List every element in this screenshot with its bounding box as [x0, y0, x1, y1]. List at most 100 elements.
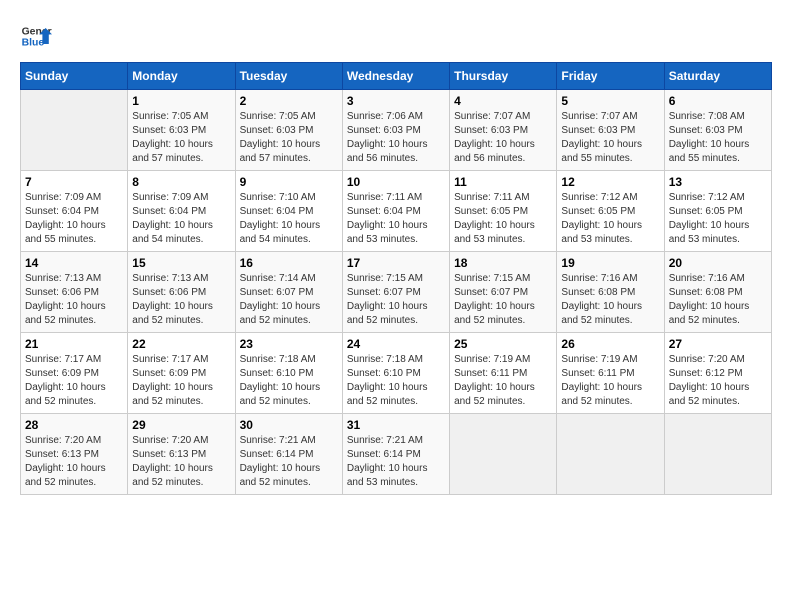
day-info: Sunrise: 7:10 AMSunset: 6:04 PMDaylight:…: [240, 191, 338, 247]
week-row-3: 14 Sunrise: 7:13 AMSunset: 6:06 PMDayligh…: [21, 252, 772, 333]
day-number: 15: [132, 256, 230, 270]
calendar-table: SundayMondayTuesdayWednesdayThursdayFrid…: [20, 62, 772, 495]
day-info: Sunrise: 7:17 AMSunset: 6:09 PMDaylight:…: [25, 353, 123, 409]
day-info: Sunrise: 7:08 AMSunset: 6:03 PMDaylight:…: [669, 110, 767, 166]
day-info: Sunrise: 7:12 AMSunset: 6:05 PMDaylight:…: [669, 191, 767, 247]
week-row-1: 1 Sunrise: 7:05 AMSunset: 6:03 PMDaylight…: [21, 90, 772, 171]
day-number: 17: [347, 256, 445, 270]
logo: General Blue: [20, 20, 52, 52]
day-info: Sunrise: 7:05 AMSunset: 6:03 PMDaylight:…: [132, 110, 230, 166]
day-number: 14: [25, 256, 123, 270]
calendar-cell: 21 Sunrise: 7:17 AMSunset: 6:09 PMDayligh…: [21, 333, 128, 414]
day-number: 13: [669, 175, 767, 189]
calendar-cell: 9 Sunrise: 7:10 AMSunset: 6:04 PMDaylight…: [235, 171, 342, 252]
calendar-cell: 12Sunrise: 7:12 AMSunset: 6:05 PMDayligh…: [557, 171, 664, 252]
header-saturday: Saturday: [664, 63, 771, 90]
header-thursday: Thursday: [450, 63, 557, 90]
calendar-cell: 18Sunrise: 7:15 AMSunset: 6:07 PMDayligh…: [450, 252, 557, 333]
calendar-cell: 28Sunrise: 7:20 AMSunset: 6:13 PMDayligh…: [21, 414, 128, 495]
day-number: 29: [132, 418, 230, 432]
week-row-2: 7 Sunrise: 7:09 AMSunset: 6:04 PMDaylight…: [21, 171, 772, 252]
day-number: 8: [132, 175, 230, 189]
calendar-cell: 15 Sunrise: 7:13 AMSunset: 6:06 PMDayligh…: [128, 252, 235, 333]
week-row-5: 28 Sunrise: 7:20 AMSunset: 6:13 PMDayligh…: [21, 414, 772, 495]
day-info: Sunrise: 7:18 AMSunset: 6:10 PMDaylight:…: [240, 353, 338, 409]
day-number: 23: [240, 337, 338, 351]
day-info: Sunrise: 7:15 AMSunset: 6:07 PMDaylight:…: [454, 272, 552, 328]
header-friday: Friday: [557, 63, 664, 90]
calendar-cell: 5Sunrise: 7:07 AMSunset: 6:03 PMDaylight…: [557, 90, 664, 171]
day-info: Sunrise: 7:18 AMSunset: 6:10 PMDaylight:…: [347, 353, 445, 409]
calendar-cell: 29 Sunrise: 7:20 AMSunset: 6:13 PMDayligh…: [128, 414, 235, 495]
header-monday: Monday: [128, 63, 235, 90]
day-info: Sunrise: 7:21 AMSunset: 6:14 PMDaylight:…: [240, 434, 338, 490]
calendar-cell: [664, 414, 771, 495]
page-header: General Blue: [20, 20, 772, 52]
day-number: 16: [240, 256, 338, 270]
calendar-cell: 7 Sunrise: 7:09 AMSunset: 6:04 PMDaylight…: [21, 171, 128, 252]
calendar-cell: 25 Sunrise: 7:19 AMSunset: 6:11 PMDayligh…: [450, 333, 557, 414]
day-info: Sunrise: 7:13 AMSunset: 6:06 PMDaylight:…: [132, 272, 230, 328]
day-info: Sunrise: 7:11 AMSunset: 6:04 PMDaylight:…: [347, 191, 445, 247]
calendar-cell: 23 Sunrise: 7:18 AMSunset: 6:10 PMDayligh…: [235, 333, 342, 414]
calendar-cell: 10 Sunrise: 7:11 AMSunset: 6:04 PMDayligh…: [342, 171, 449, 252]
day-number: 11: [454, 175, 552, 189]
day-info: Sunrise: 7:19 AMSunset: 6:11 PMDaylight:…: [561, 353, 659, 409]
calendar-cell: 20Sunrise: 7:16 AMSunset: 6:08 PMDayligh…: [664, 252, 771, 333]
day-number: 25: [454, 337, 552, 351]
day-number: 6: [669, 94, 767, 108]
logo-icon: General Blue: [20, 20, 52, 52]
day-number: 20: [669, 256, 767, 270]
day-info: Sunrise: 7:05 AMSunset: 6:03 PMDaylight:…: [240, 110, 338, 166]
day-info: Sunrise: 7:16 AMSunset: 6:08 PMDaylight:…: [561, 272, 659, 328]
day-info: Sunrise: 7:06 AMSunset: 6:03 PMDaylight:…: [347, 110, 445, 166]
calendar-cell: [450, 414, 557, 495]
day-info: Sunrise: 7:12 AMSunset: 6:05 PMDaylight:…: [561, 191, 659, 247]
day-info: Sunrise: 7:21 AMSunset: 6:14 PMDaylight:…: [347, 434, 445, 490]
day-number: 4: [454, 94, 552, 108]
calendar-cell: 2 Sunrise: 7:05 AMSunset: 6:03 PMDaylight…: [235, 90, 342, 171]
day-number: 10: [347, 175, 445, 189]
day-number: 7: [25, 175, 123, 189]
calendar-cell: 1 Sunrise: 7:05 AMSunset: 6:03 PMDaylight…: [128, 90, 235, 171]
day-number: 31: [347, 418, 445, 432]
calendar-cell: 16 Sunrise: 7:14 AMSunset: 6:07 PMDayligh…: [235, 252, 342, 333]
day-number: 21: [25, 337, 123, 351]
day-info: Sunrise: 7:15 AMSunset: 6:07 PMDaylight:…: [347, 272, 445, 328]
header-row: SundayMondayTuesdayWednesdayThursdayFrid…: [21, 63, 772, 90]
header-wednesday: Wednesday: [342, 63, 449, 90]
day-info: Sunrise: 7:14 AMSunset: 6:07 PMDaylight:…: [240, 272, 338, 328]
calendar-cell: 27 Sunrise: 7:20 AMSunset: 6:12 PMDayligh…: [664, 333, 771, 414]
header-sunday: Sunday: [21, 63, 128, 90]
calendar-cell: 4 Sunrise: 7:07 AMSunset: 6:03 PMDaylight…: [450, 90, 557, 171]
day-info: Sunrise: 7:20 AMSunset: 6:12 PMDaylight:…: [669, 353, 767, 409]
calendar-cell: 19Sunrise: 7:16 AMSunset: 6:08 PMDayligh…: [557, 252, 664, 333]
day-number: 26: [561, 337, 659, 351]
day-info: Sunrise: 7:19 AMSunset: 6:11 PMDaylight:…: [454, 353, 552, 409]
day-number: 22: [132, 337, 230, 351]
day-number: 3: [347, 94, 445, 108]
calendar-cell: 31 Sunrise: 7:21 AMSunset: 6:14 PMDayligh…: [342, 414, 449, 495]
calendar-cell: [21, 90, 128, 171]
day-number: 9: [240, 175, 338, 189]
header-tuesday: Tuesday: [235, 63, 342, 90]
day-info: Sunrise: 7:07 AMSunset: 6:03 PMDaylight:…: [561, 110, 659, 166]
calendar-cell: 6 Sunrise: 7:08 AMSunset: 6:03 PMDaylight…: [664, 90, 771, 171]
calendar-cell: 11 Sunrise: 7:11 AMSunset: 6:05 PMDayligh…: [450, 171, 557, 252]
day-info: Sunrise: 7:17 AMSunset: 6:09 PMDaylight:…: [132, 353, 230, 409]
calendar-cell: 24Sunrise: 7:18 AMSunset: 6:10 PMDayligh…: [342, 333, 449, 414]
calendar-cell: 8Sunrise: 7:09 AMSunset: 6:04 PMDaylight…: [128, 171, 235, 252]
day-info: Sunrise: 7:13 AMSunset: 6:06 PMDaylight:…: [25, 272, 123, 328]
day-info: Sunrise: 7:09 AMSunset: 6:04 PMDaylight:…: [25, 191, 123, 247]
day-number: 2: [240, 94, 338, 108]
day-info: Sunrise: 7:11 AMSunset: 6:05 PMDaylight:…: [454, 191, 552, 247]
calendar-cell: 22 Sunrise: 7:17 AMSunset: 6:09 PMDayligh…: [128, 333, 235, 414]
day-number: 1: [132, 94, 230, 108]
day-info: Sunrise: 7:07 AMSunset: 6:03 PMDaylight:…: [454, 110, 552, 166]
day-info: Sunrise: 7:20 AMSunset: 6:13 PMDaylight:…: [132, 434, 230, 490]
week-row-4: 21 Sunrise: 7:17 AMSunset: 6:09 PMDayligh…: [21, 333, 772, 414]
calendar-cell: 26 Sunrise: 7:19 AMSunset: 6:11 PMDayligh…: [557, 333, 664, 414]
day-number: 28: [25, 418, 123, 432]
day-number: 27: [669, 337, 767, 351]
day-number: 30: [240, 418, 338, 432]
